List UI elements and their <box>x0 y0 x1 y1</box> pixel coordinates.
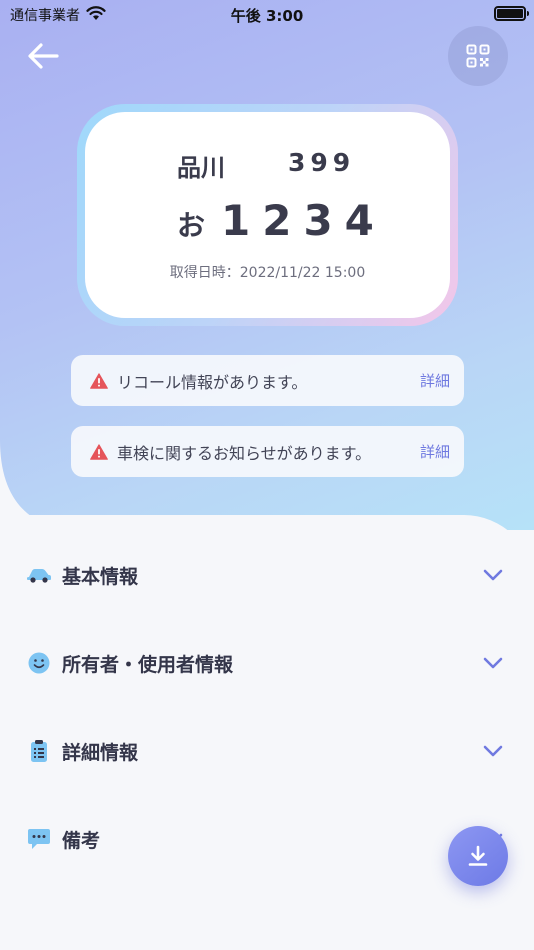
clipboard-icon <box>26 738 52 764</box>
plate-region: 品川 <box>177 154 225 182</box>
details-link[interactable]: 詳細 <box>420 441 450 462</box>
status-time: 午後 3:00 <box>230 7 304 25</box>
warning-icon <box>90 443 108 460</box>
section-label: 基本情報 <box>62 565 139 588</box>
plate-class-number: 399 <box>288 148 356 177</box>
section-notes[interactable]: 備考 <box>26 819 508 859</box>
battery-icon <box>494 6 529 21</box>
section-owner-info[interactable]: 所有者・使用者情報 <box>26 643 508 683</box>
chat-bubble-icon <box>26 826 52 852</box>
car-icon <box>26 562 52 588</box>
chevron-down-icon <box>482 652 504 674</box>
chevron-down-icon <box>482 740 504 762</box>
smile-icon <box>26 650 52 676</box>
qr-code-button[interactable] <box>448 26 508 86</box>
chevron-down-icon <box>482 564 504 586</box>
arrow-left-icon <box>28 43 59 69</box>
download-button[interactable] <box>448 826 508 886</box>
license-plate-card: 品川 399 お 1234 取得日時：2022/11/22 15:00 <box>77 104 458 326</box>
section-label: 所有者・使用者情報 <box>62 653 234 676</box>
section-detail-info[interactable]: 詳細情報 <box>26 731 508 771</box>
download-icon <box>468 845 488 866</box>
details-link[interactable]: 詳細 <box>420 370 450 391</box>
notice-text: リコール情報があります。 <box>117 372 308 392</box>
notice-text: 車検に関するお知らせがあります。 <box>117 443 372 463</box>
plate-acquired-date: 取得日時：2022/11/22 15:00 <box>169 265 366 281</box>
status-bar: 通信事業者 午後 3:00 <box>0 0 534 28</box>
back-button[interactable] <box>26 40 66 72</box>
inspection-notice[interactable]: 車検に関するお知らせがあります。 詳細 <box>71 426 464 477</box>
warning-icon <box>90 372 108 389</box>
qr-code-icon <box>466 44 490 68</box>
section-basic-info[interactable]: 基本情報 <box>26 555 508 595</box>
recall-notice[interactable]: リコール情報があります。 詳細 <box>71 355 464 406</box>
license-plate: 品川 399 お 1234 取得日時：2022/11/22 15:00 <box>85 112 450 318</box>
plate-kana: お <box>177 209 206 242</box>
section-label: 詳細情報 <box>62 741 139 764</box>
plate-number: 1234 <box>221 196 386 245</box>
section-label: 備考 <box>62 829 101 852</box>
